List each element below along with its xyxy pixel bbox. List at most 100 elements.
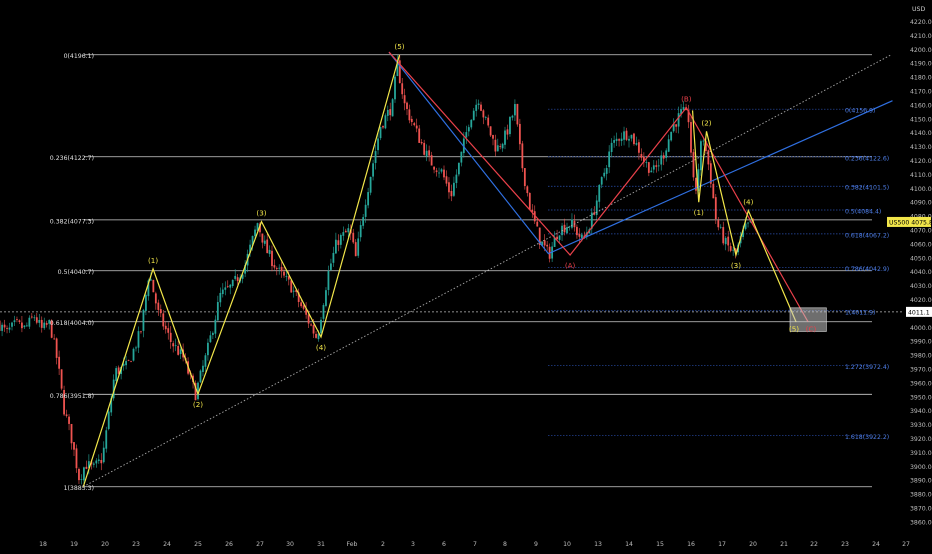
- candle-body: [732, 249, 735, 251]
- fib-extension-label: 1(4011.9): [845, 309, 875, 316]
- x-tick-label: 24: [872, 541, 880, 548]
- sub-wave-label: (4): [743, 198, 753, 207]
- x-tick-label: 25: [194, 541, 202, 548]
- y-tick-label: 4100.0: [910, 186, 932, 193]
- candle-body: [174, 345, 177, 347]
- candle-body: [234, 275, 237, 279]
- fib-retracement-label: 0(4196.1): [64, 53, 94, 60]
- y-tick-label: 4110.0: [910, 172, 932, 179]
- x-tick-label: 17: [718, 541, 726, 548]
- x-tick-label: 26: [225, 541, 233, 548]
- candle-body: [428, 150, 431, 156]
- candle-body: [307, 314, 310, 324]
- candle-body: [266, 239, 269, 254]
- fib-extension-label: 0.5(4084.4): [845, 208, 881, 215]
- fib-extension-label: 0(4156.9): [845, 108, 875, 115]
- candle-body: [501, 143, 504, 149]
- candle-body: [207, 342, 209, 356]
- candle-body: [615, 138, 618, 141]
- candle-body: [78, 468, 80, 481]
- candle-body: [352, 232, 355, 243]
- candle-body: [453, 182, 455, 196]
- y-tick-label: 4060.0: [910, 241, 932, 248]
- sub-wave-label: (3): [731, 261, 741, 270]
- x-tick-label: 15: [656, 541, 664, 548]
- x-tick-label: 20: [101, 541, 109, 548]
- candle-body: [496, 145, 499, 152]
- candle-body: [70, 423, 73, 444]
- candle-body: [179, 349, 182, 355]
- candle-body: [367, 192, 370, 206]
- candle-body: [690, 122, 692, 153]
- candle-body: [543, 240, 546, 246]
- candle-body: [670, 131, 673, 141]
- chart-svg[interactable]: 0(4196.1) 0.236(4122.7) 0.382(4077.3) 0.5(4…: [0, 0, 932, 550]
- symbol-price-badge-text: US500 4075.8: [889, 219, 932, 226]
- candle-body: [546, 244, 549, 247]
- chart-root[interactable]: 0(4196.1) 0.236(4122.7) 0.382(4077.3) 0.5(4…: [0, 0, 932, 550]
- y-tick-label: 4040.0: [910, 269, 932, 276]
- candle-body: [566, 227, 568, 234]
- sub-wave-label: (1): [694, 208, 704, 217]
- y-tick-label: 4050.0: [910, 255, 932, 262]
- candle-body: [21, 322, 23, 329]
- candle-body: [364, 204, 367, 217]
- candle-body: [580, 234, 583, 238]
- candle-body: [327, 270, 330, 290]
- candle-body: [506, 129, 509, 135]
- x-tick-label: 23: [132, 541, 140, 548]
- candle-body: [236, 277, 239, 282]
- candle-body: [359, 225, 362, 238]
- primary-wave-label: (1): [148, 256, 158, 265]
- x-tick-label: 20: [749, 541, 757, 548]
- candle-body: [420, 142, 423, 144]
- candle-body: [379, 126, 382, 139]
- candle-body: [85, 466, 88, 469]
- candle-body: [199, 370, 202, 383]
- candle-body: [362, 217, 365, 226]
- candle-body: [344, 230, 347, 233]
- x-tick-label: 30: [286, 541, 294, 548]
- candle-body: [95, 460, 98, 464]
- candle-body: [401, 83, 404, 95]
- candle-body: [214, 319, 217, 334]
- candle-body: [216, 302, 219, 321]
- candle-body: [665, 150, 668, 158]
- y-tick-label: 3860.0: [910, 519, 932, 526]
- candle-body: [339, 234, 342, 245]
- fib-retracement-label: 0.618(4004.0): [50, 320, 94, 327]
- candle-body: [623, 131, 625, 140]
- x-tick-label: 6: [442, 541, 446, 548]
- candle-body: [465, 132, 468, 138]
- candle-body: [35, 317, 38, 323]
- abc-wave-label: (A): [565, 261, 576, 270]
- candle-body: [202, 365, 204, 372]
- candle-body: [374, 151, 377, 163]
- candle-body: [598, 184, 601, 202]
- fib-extension-label: 0.382(4101.5): [845, 185, 889, 192]
- candle-body: [219, 292, 222, 303]
- fib-retracement-label: 0.382(4077.3): [50, 218, 94, 225]
- candle-body: [102, 447, 105, 463]
- candle-body: [30, 316, 33, 318]
- candle-body: [516, 103, 519, 125]
- candle-body: [157, 302, 160, 310]
- candle-body: [125, 361, 127, 366]
- y-tick-label: 4180.0: [910, 75, 932, 82]
- candle-body: [152, 279, 155, 293]
- candle-body: [660, 155, 663, 165]
- currency-label: USD: [912, 6, 925, 13]
- y-tick-label: 4210.0: [910, 33, 932, 40]
- candle-body: [300, 302, 303, 307]
- candle-body: [83, 467, 85, 481]
- candle-body: [334, 239, 337, 254]
- candle-body: [23, 325, 26, 328]
- candle-body: [702, 140, 705, 142]
- y-tick-label: 3870.0: [910, 506, 932, 513]
- candle-body: [290, 280, 293, 293]
- candle-body: [43, 322, 46, 329]
- candle-body: [53, 338, 56, 340]
- candle-body: [425, 150, 428, 157]
- candle-body: [325, 290, 327, 306]
- y-tick-label: 4020.0: [910, 297, 932, 304]
